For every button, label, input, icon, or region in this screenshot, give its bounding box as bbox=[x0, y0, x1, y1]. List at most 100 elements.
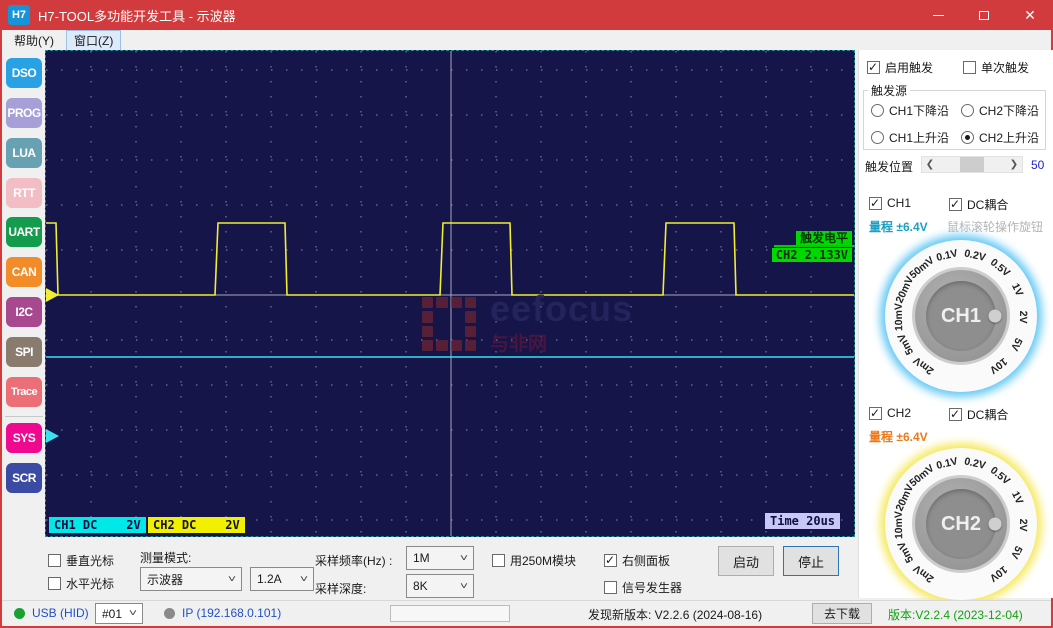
knob-scale-label: 1V bbox=[1009, 281, 1025, 298]
sidebar-item-trace[interactable]: Trace bbox=[6, 377, 42, 407]
checkbox-icon bbox=[963, 61, 976, 74]
ch2-range-knob[interactable]: CH2 0.1V0.2V0.5V1V2V5V10V2mV5mV10mV20mV5… bbox=[885, 448, 1037, 600]
horizontal-cursor-checkbox[interactable]: 水平光标 bbox=[48, 575, 114, 592]
sidebar: DSO PROG LUA RTT UART CAN I2C SPI Trace … bbox=[2, 50, 45, 598]
knob-hint: 鼠标滚轮操作旋钮 bbox=[947, 218, 1043, 235]
right-panel-checkbox[interactable]: 右侧面板 bbox=[604, 552, 670, 569]
download-button[interactable]: 去下载 bbox=[812, 603, 872, 624]
title-bar: H7 H7-TOOL多功能开发工具 - 示波器 ✕ bbox=[0, 0, 1053, 30]
sidebar-item-dso[interactable]: DSO bbox=[6, 58, 42, 88]
measure-mode-select[interactable]: 示波器˅ bbox=[140, 567, 242, 591]
knob-scale-label: 0.1V bbox=[935, 455, 959, 472]
knob-scale-label: 2mV bbox=[911, 354, 936, 377]
use-250m-checkbox[interactable]: 用250M模块 bbox=[492, 552, 576, 569]
radio-ch1-falling[interactable]: CH1下降沿 bbox=[871, 102, 949, 119]
chevron-down-icon: ˅ bbox=[129, 608, 137, 619]
knob-scale-label: 0.1V bbox=[935, 247, 959, 264]
start-button[interactable]: 启动 bbox=[718, 546, 774, 576]
ch2-status-badge: CH2 DC 2V bbox=[148, 517, 245, 533]
scrollbar-track[interactable] bbox=[938, 157, 1006, 172]
app-logo-icon: H7 bbox=[8, 5, 30, 25]
sidebar-item-i2c[interactable]: I2C bbox=[6, 297, 42, 327]
app-window: H7 H7-TOOL多功能开发工具 - 示波器 ✕ 帮助(Y) 窗口(Z) DS… bbox=[0, 0, 1053, 628]
checkbox-icon bbox=[867, 61, 880, 74]
knob-scale-label: 10V bbox=[987, 355, 1009, 376]
checkbox-icon bbox=[48, 577, 61, 590]
timebase-badge: Time 20us bbox=[765, 513, 840, 529]
sidebar-item-sys[interactable]: SYS bbox=[6, 423, 42, 453]
vertical-cursor-checkbox[interactable]: 垂直光标 bbox=[48, 552, 114, 569]
ip-status-icon bbox=[164, 608, 175, 619]
radio-ch1-rising[interactable]: CH1上升沿 bbox=[871, 129, 949, 146]
chevron-down-icon: ˅ bbox=[460, 581, 468, 592]
oscilloscope-display: eefocus 与非网 触发电平 CH2 2.133V CH1 DC 2V CH… bbox=[45, 50, 855, 537]
radio-ch2-falling[interactable]: CH2下降沿 bbox=[961, 102, 1039, 119]
scrollbar-thumb[interactable] bbox=[960, 157, 984, 172]
ch1-range-knob[interactable]: CH1 0.1V0.2V0.5V1V2V5V10V2mV5mV10mV20mV5… bbox=[885, 240, 1037, 392]
sample-depth-select[interactable]: 8K˅ bbox=[406, 574, 474, 598]
checkbox-icon bbox=[949, 408, 962, 421]
ch2-range: 量程 ±6.4V bbox=[869, 428, 928, 445]
sidebar-item-rtt[interactable]: RTT bbox=[6, 178, 42, 208]
enable-trigger-checkbox[interactable]: 启用触发 bbox=[867, 59, 933, 76]
chevron-down-icon: ˅ bbox=[228, 574, 236, 585]
knob-scale-label: 0.5V bbox=[988, 256, 1012, 279]
close-button[interactable]: ✕ bbox=[1007, 0, 1053, 30]
usb-status-icon bbox=[14, 608, 25, 619]
ip-status-text: IP (192.168.0.101) bbox=[182, 606, 281, 620]
status-bar: USB (HID) #01˅ IP (192.168.0.101) 发现新版本:… bbox=[2, 600, 1051, 626]
new-version-text: 发现新版本: V2.2.6 (2024-08-16) bbox=[588, 606, 762, 623]
knob-scale-label: 2V bbox=[1017, 311, 1029, 324]
current-range-select[interactable]: 1.2A˅ bbox=[250, 567, 314, 591]
knob-scale-label: 0.5V bbox=[988, 464, 1012, 487]
trigger-position-label: 触发位置 bbox=[865, 158, 913, 175]
trigger-position-scrollbar[interactable]: ❮ ❯ bbox=[921, 156, 1023, 173]
ch1-dc-coupling-checkbox[interactable]: DC耦合 bbox=[949, 196, 1008, 213]
device-select[interactable]: #01˅ bbox=[95, 603, 143, 624]
sidebar-item-prog[interactable]: PROG bbox=[6, 98, 42, 128]
sidebar-item-uart[interactable]: UART bbox=[6, 217, 42, 247]
menu-window[interactable]: 窗口(Z) bbox=[66, 30, 121, 51]
radio-icon bbox=[871, 104, 884, 117]
knob-indicator-dot bbox=[989, 310, 1002, 323]
sidebar-item-can[interactable]: CAN bbox=[6, 257, 42, 287]
sidebar-item-scr[interactable]: SCR bbox=[6, 463, 42, 493]
ch1-status-badge: CH1 DC 2V bbox=[49, 517, 146, 533]
single-trigger-checkbox[interactable]: 单次触发 bbox=[963, 59, 1029, 76]
checkbox-icon bbox=[492, 554, 505, 567]
radio-icon bbox=[961, 104, 974, 117]
right-panel: 启用触发 单次触发 触发源 CH1下降沿 CH2下降沿 CH1上升沿 CH2上升… bbox=[858, 50, 1053, 598]
sample-rate-select[interactable]: 1M˅ bbox=[406, 546, 474, 570]
watermark-logo bbox=[422, 297, 476, 351]
app-version-text: 版本:V2.2.4 (2023-12-04) bbox=[888, 606, 1023, 623]
checkbox-icon bbox=[869, 407, 882, 420]
radio-icon bbox=[871, 131, 884, 144]
sidebar-item-lua[interactable]: LUA bbox=[6, 138, 42, 168]
measure-mode-label: 测量模式: bbox=[140, 549, 191, 566]
knob-scale-label: 5V bbox=[1008, 544, 1025, 561]
maximize-button[interactable] bbox=[961, 0, 1007, 30]
ch2-enable-checkbox[interactable]: CH2 bbox=[869, 406, 911, 420]
scroll-left-icon[interactable]: ❮ bbox=[922, 157, 938, 172]
knob-scale-label: 0.2V bbox=[963, 247, 987, 264]
signal-generator-checkbox[interactable]: 信号发生器 bbox=[604, 579, 682, 596]
knob-scale-label: 10mV bbox=[893, 511, 905, 539]
menu-bar: 帮助(Y) 窗口(Z) bbox=[2, 30, 1051, 50]
ch2-dc-coupling-checkbox[interactable]: DC耦合 bbox=[949, 406, 1008, 423]
menu-help[interactable]: 帮助(Y) bbox=[6, 30, 62, 51]
ch1-range: 量程 ±6.4V bbox=[869, 218, 928, 235]
sample-rate-label: 采样频率(Hz) : bbox=[315, 552, 392, 569]
stop-button[interactable]: 停止 bbox=[783, 546, 839, 576]
minimize-icon bbox=[933, 15, 944, 16]
radio-icon bbox=[961, 131, 974, 144]
scroll-right-icon[interactable]: ❯ bbox=[1006, 157, 1022, 172]
radio-ch2-rising[interactable]: CH2上升沿 bbox=[961, 129, 1039, 146]
maximize-icon bbox=[979, 11, 989, 20]
sidebar-item-spi[interactable]: SPI bbox=[6, 337, 42, 367]
ch1-enable-checkbox[interactable]: CH1 bbox=[869, 196, 911, 210]
ch2-knob-label: CH2 bbox=[941, 513, 981, 536]
checkbox-icon bbox=[48, 554, 61, 567]
close-icon: ✕ bbox=[1024, 8, 1036, 22]
checkbox-icon bbox=[869, 197, 882, 210]
minimize-button[interactable] bbox=[915, 0, 961, 30]
